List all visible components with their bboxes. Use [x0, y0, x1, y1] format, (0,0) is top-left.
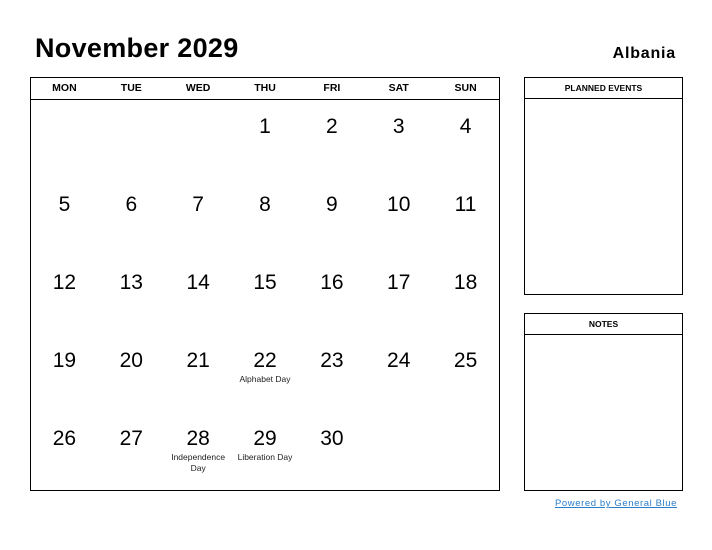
calendar-title: November 2029 — [35, 33, 239, 63]
weekday-sun: SUN — [454, 82, 477, 94]
weekday-thu: THU — [254, 82, 276, 94]
weekday-sat: SAT — [388, 82, 409, 94]
day-number: 25 — [453, 349, 478, 372]
weekday-wed: WED — [185, 82, 211, 94]
day-cell: 8 — [232, 178, 299, 256]
country-label: Albania — [612, 45, 676, 62]
day-cell: 21 — [165, 334, 232, 412]
day-number: 11 — [454, 193, 477, 216]
day-cell: 30 — [298, 412, 365, 490]
day-number: 8 — [259, 193, 271, 216]
day-cell: 9 — [298, 178, 365, 256]
week-row: 19 20 21 22 Alphabet Day 23 24 25 — [31, 334, 499, 412]
planned-events-title: PLANNED EVENTS — [525, 78, 682, 99]
day-cell: 3 — [365, 100, 432, 178]
day-cell: 2 — [298, 100, 365, 178]
day-number: 24 — [387, 349, 411, 372]
day-number: 13 — [119, 271, 143, 294]
day-number: 21 — [186, 349, 210, 372]
day-cell: 6 — [98, 178, 165, 256]
day-cell: 7 — [165, 178, 232, 256]
day-number: 29 — [253, 427, 277, 450]
day-cell: 13 — [98, 256, 165, 334]
holiday-label: Alphabet Day — [239, 374, 291, 384]
day-cell: 20 — [98, 334, 165, 412]
day-cell: 22 Alphabet Day — [232, 334, 299, 412]
day-number: 16 — [320, 271, 344, 294]
day-number: 10 — [387, 193, 411, 216]
day-number: 5 — [58, 193, 71, 216]
day-cell: 12 — [31, 256, 98, 334]
day-number: 30 — [320, 427, 344, 450]
day-number: 26 — [52, 427, 77, 450]
weekday-header: MON TUE WED THU FRI SAT SUN — [31, 78, 499, 100]
day-number: 1 — [259, 115, 271, 138]
day-number: 17 — [387, 271, 411, 294]
day-cell: 27 — [98, 412, 165, 490]
day-number: 12 — [52, 271, 77, 294]
day-number: 20 — [119, 349, 143, 372]
day-cell — [98, 100, 165, 178]
day-cell: 16 — [298, 256, 365, 334]
week-row: 1 2 3 4 — [31, 100, 499, 178]
day-number: 3 — [392, 115, 405, 138]
day-cell: 25 — [432, 334, 499, 412]
day-cell: 11 — [432, 178, 499, 256]
day-number: 2 — [326, 115, 338, 138]
day-number: 15 — [253, 271, 277, 294]
day-number: 27 — [119, 427, 143, 450]
day-cell: 23 — [298, 334, 365, 412]
calendar-weeks: 1 2 3 4 5 6 7 8 9 10 11 12 13 14 15 16 17 18 19 20 21 22 Alpha… — [31, 100, 499, 490]
day-cell: 17 — [365, 256, 432, 334]
day-number: 28 — [186, 427, 210, 450]
day-number: 14 — [186, 271, 210, 294]
weekday-tue: TUE — [120, 82, 142, 94]
day-cell: 14 — [165, 256, 232, 334]
weekday-mon: MON — [52, 82, 77, 94]
notes-panel: NOTES — [524, 313, 683, 491]
day-number: 23 — [320, 349, 344, 372]
day-number: 9 — [326, 193, 338, 216]
day-cell — [31, 100, 98, 178]
day-cell: 19 — [31, 334, 98, 412]
day-cell: 18 — [432, 256, 499, 334]
day-cell: 1 — [232, 100, 299, 178]
day-cell: 28 Independence Day — [165, 412, 232, 490]
week-row: 12 13 14 15 16 17 18 — [31, 256, 499, 334]
day-number: 7 — [192, 193, 204, 216]
day-number: 6 — [125, 193, 138, 216]
day-cell: 26 — [31, 412, 98, 490]
powered-by-link[interactable]: Powered by General Blue — [555, 498, 677, 509]
month-calendar: MON TUE WED THU FRI SAT SUN 1 2 3 4 5 6 7 8 9 10 1… — [30, 77, 500, 491]
day-cell: 15 — [232, 256, 299, 334]
weekday-fri: FRI — [323, 82, 341, 94]
day-cell: 10 — [365, 178, 432, 256]
week-row: 26 27 28 Independence Day 29 Liberation Day 30 — [31, 412, 499, 490]
day-cell — [432, 412, 499, 490]
planned-events-panel: PLANNED EVENTS — [524, 77, 683, 295]
day-cell — [165, 100, 232, 178]
day-cell: 5 — [31, 178, 98, 256]
day-number: 4 — [459, 115, 472, 138]
day-cell: 29 Liberation Day — [232, 412, 299, 490]
holiday-label: Liberation Day — [237, 452, 293, 462]
week-row: 5 6 7 8 9 10 11 — [31, 178, 499, 256]
day-cell: 24 — [365, 334, 432, 412]
day-number: 22 — [253, 349, 277, 372]
day-cell — [365, 412, 432, 490]
notes-title: NOTES — [525, 314, 682, 335]
day-number: 18 — [453, 271, 478, 294]
holiday-label: Independence Day — [171, 452, 226, 473]
day-cell: 4 — [432, 100, 499, 178]
day-number: 19 — [52, 349, 77, 372]
